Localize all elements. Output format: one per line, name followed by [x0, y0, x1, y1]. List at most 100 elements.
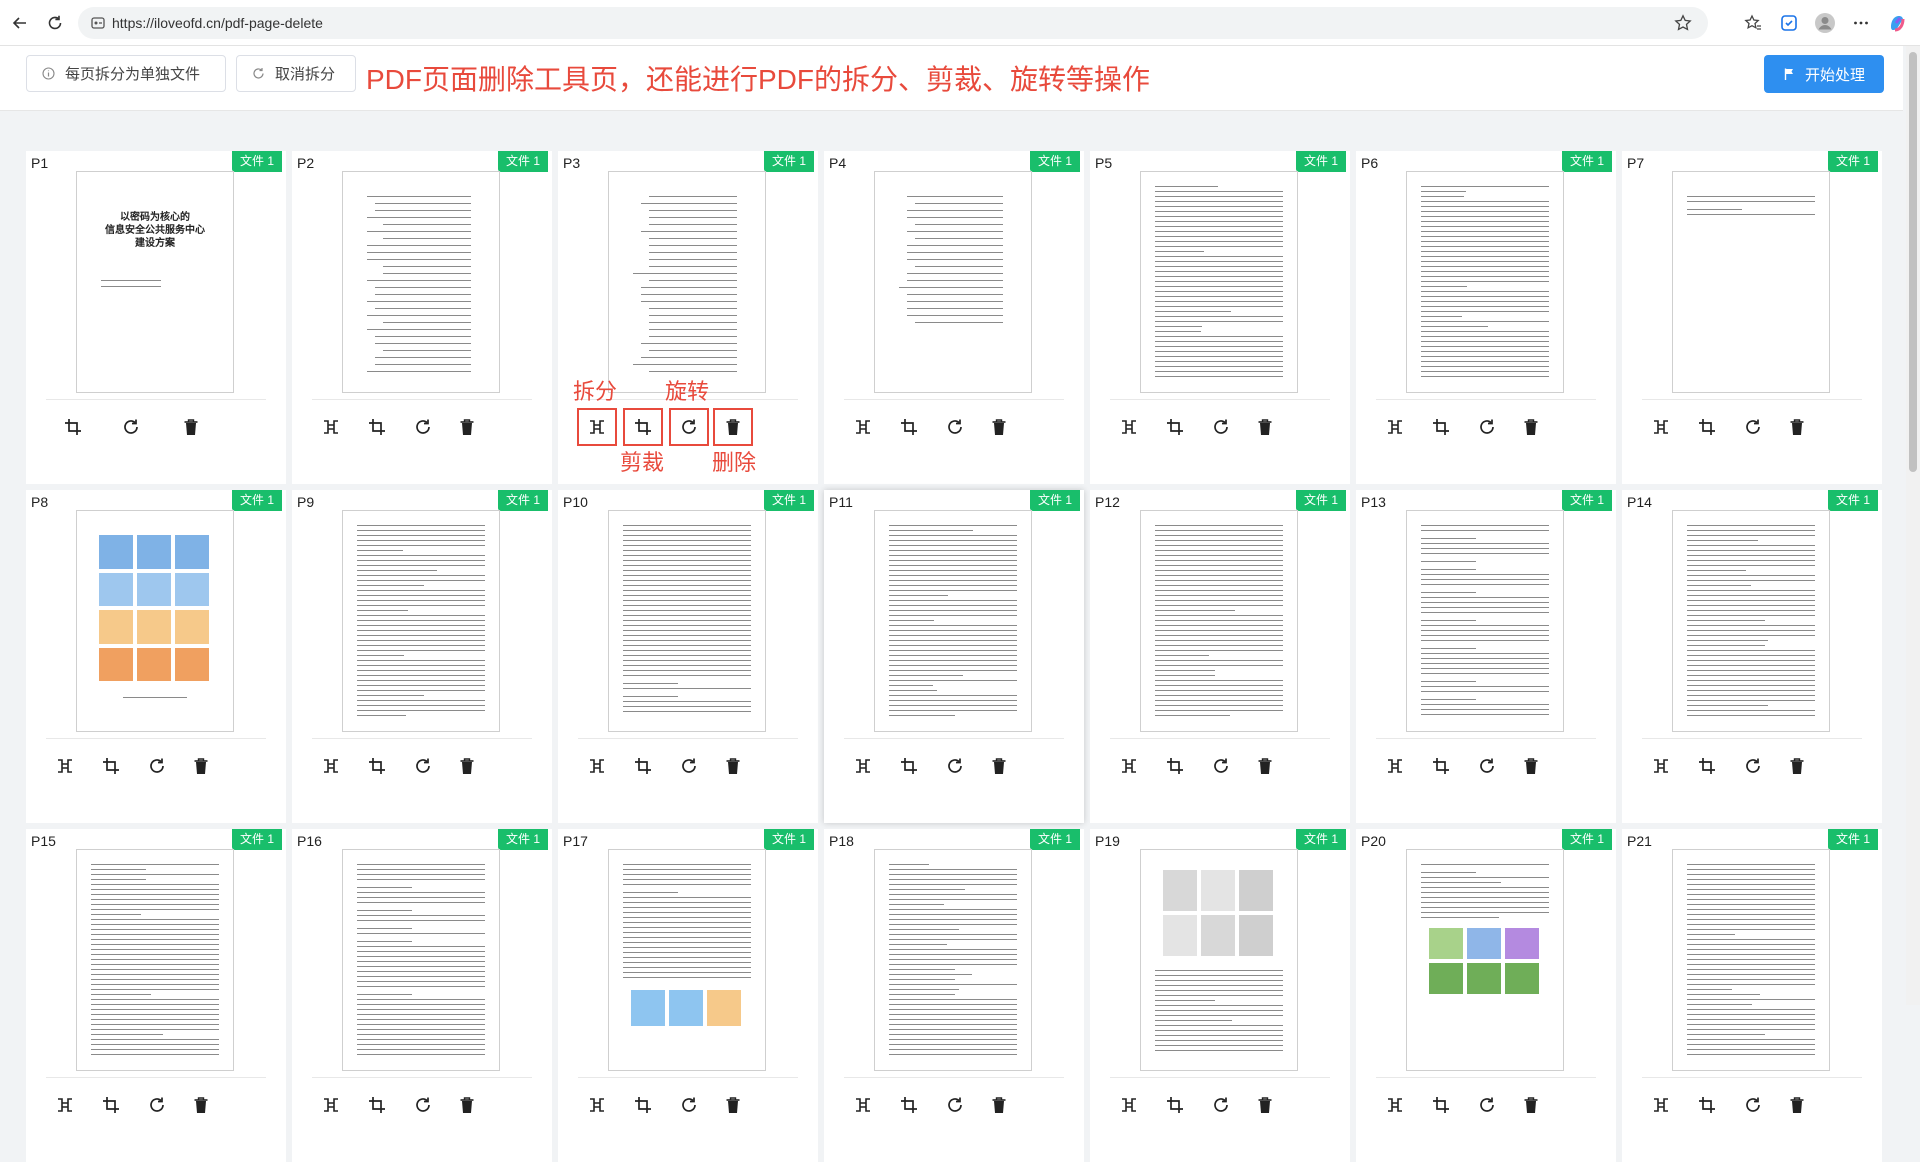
delete-button[interactable]	[984, 751, 1014, 781]
crop-button[interactable]	[1160, 412, 1190, 442]
crop-button[interactable]	[1692, 751, 1722, 781]
rotate-button[interactable]	[674, 751, 704, 781]
crop-button[interactable]	[894, 412, 924, 442]
rotate-button[interactable]	[1472, 412, 1502, 442]
page-card[interactable]: P11 文件 1	[824, 490, 1084, 823]
favorites-icon[interactable]	[1740, 10, 1766, 36]
delete-button[interactable]	[1782, 751, 1812, 781]
page-card[interactable]: P21 文件 1	[1622, 829, 1882, 1162]
delete-button[interactable]	[718, 751, 748, 781]
rotate-button[interactable]	[1206, 1090, 1236, 1120]
delete-button[interactable]	[452, 751, 482, 781]
rotate-button[interactable]	[1472, 751, 1502, 781]
delete-button[interactable]	[718, 1090, 748, 1120]
delete-button[interactable]	[1250, 751, 1280, 781]
delete-button[interactable]	[1782, 1090, 1812, 1120]
crop-button[interactable]	[96, 751, 126, 781]
page-thumbnail[interactable]	[1406, 849, 1564, 1071]
rotate-button[interactable]	[142, 751, 172, 781]
page-card[interactable]: P20 文件 1	[1356, 829, 1616, 1162]
crop-button[interactable]	[362, 412, 392, 442]
rotate-button[interactable]	[1206, 751, 1236, 781]
split-button[interactable]	[848, 1090, 878, 1120]
start-processing-button[interactable]: 开始处理	[1764, 55, 1884, 93]
site-info-icon[interactable]	[88, 13, 108, 33]
page-card[interactable]: P16 文件 1	[292, 829, 552, 1162]
split-button[interactable]	[1380, 1090, 1410, 1120]
rotate-button[interactable]	[1206, 412, 1236, 442]
split-button[interactable]	[848, 412, 878, 442]
crop-button[interactable]	[1426, 412, 1456, 442]
crop-button[interactable]	[628, 1090, 658, 1120]
page-thumbnail[interactable]	[342, 849, 500, 1071]
page-card[interactable]: P7 文件 1	[1622, 151, 1882, 484]
rotate-button[interactable]	[674, 1090, 704, 1120]
back-button[interactable]	[6, 9, 34, 37]
rotate-button[interactable]	[408, 1090, 438, 1120]
delete-button[interactable]	[1516, 751, 1546, 781]
reload-button[interactable]	[41, 9, 69, 37]
rotate-button[interactable]	[142, 1090, 172, 1120]
rotate-button[interactable]	[1738, 751, 1768, 781]
page-card[interactable]: P13 文件 1	[1356, 490, 1616, 823]
page-thumbnail[interactable]	[608, 171, 766, 393]
page-thumbnail[interactable]	[76, 849, 234, 1071]
delete-button[interactable]	[984, 1090, 1014, 1120]
split-button[interactable]	[582, 1090, 612, 1120]
split-button[interactable]	[1380, 412, 1410, 442]
page-card[interactable]: P19 文件 1	[1090, 829, 1350, 1162]
crop-button[interactable]	[1426, 751, 1456, 781]
crop-button[interactable]	[628, 751, 658, 781]
delete-button[interactable]	[1516, 412, 1546, 442]
page-card[interactable]: P17 文件 1	[558, 829, 818, 1162]
split-button[interactable]	[577, 408, 617, 446]
page-thumbnail[interactable]	[874, 510, 1032, 732]
delete-button[interactable]	[984, 412, 1014, 442]
crop-button[interactable]	[894, 751, 924, 781]
delete-button[interactable]	[1250, 1090, 1280, 1120]
page-thumbnail[interactable]	[342, 510, 500, 732]
page-thumbnail[interactable]: 以密码为核心的 信息安全公共服务中心 建设方案	[76, 171, 234, 393]
rotate-button[interactable]	[1472, 1090, 1502, 1120]
page-card[interactable]: P12 文件 1	[1090, 490, 1350, 823]
delete-button[interactable]	[1250, 412, 1280, 442]
split-button[interactable]	[582, 751, 612, 781]
scrollbar-thumb[interactable]	[1909, 52, 1917, 472]
page-thumbnail[interactable]	[1672, 510, 1830, 732]
split-button[interactable]	[1114, 1090, 1144, 1120]
delete-button[interactable]	[186, 1090, 216, 1120]
delete-button[interactable]	[186, 751, 216, 781]
page-card[interactable]: P10 文件 1	[558, 490, 818, 823]
cancel-split-button[interactable]: 取消拆分	[236, 55, 356, 92]
crop-button[interactable]	[623, 408, 663, 446]
split-button[interactable]	[1114, 751, 1144, 781]
page-thumbnail[interactable]	[1140, 849, 1298, 1071]
split-button[interactable]	[50, 751, 80, 781]
split-button[interactable]	[1646, 751, 1676, 781]
page-thumbnail[interactable]	[874, 849, 1032, 1071]
split-button[interactable]	[1380, 751, 1410, 781]
crop-button[interactable]	[1160, 1090, 1190, 1120]
split-button[interactable]	[1646, 1090, 1676, 1120]
bookmark-star-icon[interactable]	[1672, 12, 1694, 34]
split-button[interactable]	[1646, 412, 1676, 442]
crop-button[interactable]	[1426, 1090, 1456, 1120]
rotate-button[interactable]	[940, 412, 970, 442]
delete-button[interactable]	[713, 408, 753, 446]
rotate-button[interactable]	[1738, 1090, 1768, 1120]
page-thumbnail[interactable]	[1406, 510, 1564, 732]
vertical-scrollbar[interactable]	[1906, 46, 1920, 1005]
rotate-button[interactable]	[940, 751, 970, 781]
crop-button[interactable]	[894, 1090, 924, 1120]
crop-button[interactable]	[1692, 1090, 1722, 1120]
rotate-button[interactable]	[408, 412, 438, 442]
split-each-page-button[interactable]: 每页拆分为单独文件	[26, 55, 226, 92]
page-card[interactable]: P8 文件 1	[26, 490, 286, 823]
collections-icon[interactable]	[1776, 10, 1802, 36]
split-button[interactable]	[316, 412, 346, 442]
delete-button[interactable]	[452, 412, 482, 442]
page-thumbnail[interactable]	[1140, 510, 1298, 732]
copilot-icon[interactable]	[1884, 10, 1910, 36]
rotate-button[interactable]	[408, 751, 438, 781]
rotate-button[interactable]	[116, 412, 146, 442]
